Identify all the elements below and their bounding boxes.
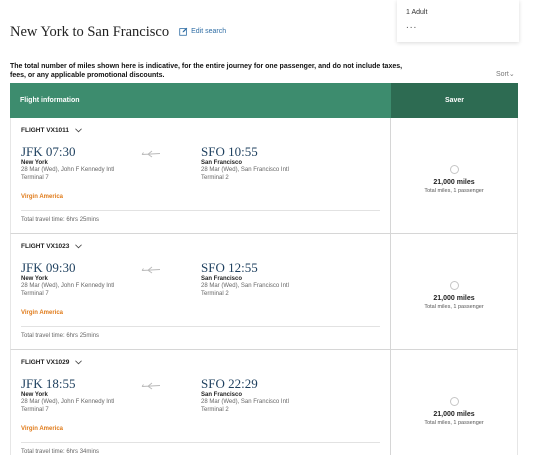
airplane-icon: [141, 266, 161, 274]
chevron-down-icon: ⌄: [508, 71, 515, 78]
miles-note: Total miles, 1 passenger: [424, 304, 484, 310]
divider: [21, 326, 380, 327]
flight-table: Flight information Saver FLIGHT VX1011 J…: [10, 83, 518, 455]
airline-name: Virgin America: [21, 426, 64, 432]
flight-info-cell: FLIGHT VX1029 JFK 18:55 New York 28 Mar …: [11, 350, 391, 455]
arrival-time: SFO 12:55: [201, 260, 258, 275]
flight-number-toggle[interactable]: FLIGHT VX1029: [21, 359, 83, 366]
flight-number: FLIGHT VX1023: [21, 243, 70, 250]
arrival-terminal: Terminal 2: [201, 291, 229, 297]
flight-row: FLIGHT VX1029 JFK 18:55 New York 28 Mar …: [10, 350, 518, 455]
arrival-date: 28 Mar (Wed), San Francisco Intl: [201, 283, 289, 289]
departure-terminal: Terminal 7: [21, 291, 49, 297]
travel-time: Total travel time: 6hrs 25mins: [21, 217, 100, 223]
flight-row: FLIGHT VX1023 JFK 09:30 New York 28 Mar …: [10, 234, 518, 350]
flight-number-toggle[interactable]: FLIGHT VX1011: [21, 127, 82, 134]
divider: [21, 210, 380, 211]
airline-name: Virgin America: [21, 310, 64, 316]
flight-search-results: 1 Adult ... New York to San Francisco Ed…: [0, 0, 554, 455]
search-header: New York to San Francisco Edit search: [10, 24, 226, 41]
column-header-flight-info: Flight information: [10, 83, 391, 118]
flight-info-cell: FLIGHT VX1023 JFK 09:30 New York 28 Mar …: [11, 234, 391, 349]
chevron-down-icon: [75, 128, 82, 133]
saver-fare-cell[interactable]: 21,000 miles Total miles, 1 passenger: [391, 118, 517, 233]
arrival-terminal: Terminal 2: [201, 175, 229, 181]
miles-amount: 21,000 miles: [433, 295, 475, 302]
departure-date: 28 Mar (Wed), John F Kennedy Intl: [21, 399, 115, 405]
departure-terminal: Terminal 7: [21, 407, 49, 413]
saver-fare-cell[interactable]: 21,000 miles Total miles, 1 passenger: [391, 350, 517, 455]
flight-number: FLIGHT VX1011: [21, 127, 70, 134]
sort-dropdown[interactable]: Sort⌄: [496, 70, 515, 78]
arrival-block: SFO 22:29 San Francisco 28 Mar (Wed), Sa…: [201, 377, 289, 414]
departure-block: JFK 09:30 New York 28 Mar (Wed), John F …: [21, 261, 114, 298]
arrival-block: SFO 10:55 San Francisco 28 Mar (Wed), Sa…: [201, 145, 289, 182]
edit-search-link[interactable]: Edit search: [179, 27, 226, 36]
arrival-date: 28 Mar (Wed), San Francisco Intl: [201, 167, 289, 173]
fare-radio-button[interactable]: [449, 397, 459, 406]
arrival-block: SFO 12:55 San Francisco 28 Mar (Wed), Sa…: [201, 261, 289, 298]
passenger-count: 1 Adult: [406, 9, 428, 16]
chevron-down-icon: [75, 244, 83, 249]
travel-time: Total travel time: 6hrs 34mins: [21, 449, 100, 455]
flight-row: FLIGHT VX1011 JFK 07:30 New York 28 Mar …: [10, 118, 518, 234]
departure-time: JFK 18:55: [21, 376, 76, 391]
departure-time: JFK 07:30: [21, 144, 76, 159]
travel-time: Total travel time: 6hrs 25mins: [21, 333, 100, 339]
departure-terminal: Terminal 7: [21, 175, 49, 181]
airplane-icon: [141, 382, 161, 390]
passenger-selector[interactable]: 1 Adult ...: [397, 0, 519, 42]
miles-note: Total miles, 1 passenger: [424, 188, 484, 194]
arrival-terminal: Terminal 2: [201, 407, 229, 413]
airplane-icon: [141, 150, 161, 158]
chevron-down-icon: [75, 360, 83, 365]
departure-block: JFK 07:30 New York 28 Mar (Wed), John F …: [21, 145, 114, 182]
miles-note: Total miles, 1 passenger: [424, 420, 484, 426]
arrival-time: SFO 22:29: [201, 376, 258, 391]
edit-icon: [179, 27, 188, 36]
departure-date: 28 Mar (Wed), John F Kennedy Intl: [21, 283, 115, 289]
departure-date: 28 Mar (Wed), John F Kennedy Intl: [21, 167, 115, 173]
airline-name: Virgin America: [21, 194, 64, 200]
flight-info-cell: FLIGHT VX1011 JFK 07:30 New York 28 Mar …: [11, 118, 391, 233]
flight-number: FLIGHT VX1029: [21, 359, 70, 366]
fare-radio-button[interactable]: [449, 165, 459, 174]
more-options-icon[interactable]: ...: [406, 21, 519, 31]
divider: [21, 442, 380, 443]
saver-fare-cell[interactable]: 21,000 miles Total miles, 1 passenger: [391, 234, 517, 349]
fare-radio-button[interactable]: [449, 281, 459, 290]
departure-block: JFK 18:55 New York 28 Mar (Wed), John F …: [21, 377, 114, 414]
page-title: New York to San Francisco: [10, 24, 170, 40]
column-header-saver: Saver: [391, 83, 518, 118]
miles-amount: 21,000 miles: [433, 411, 475, 418]
arrival-time: SFO 10:55: [201, 144, 258, 159]
sort-label: Sort: [496, 71, 509, 78]
miles-amount: 21,000 miles: [433, 179, 475, 186]
arrival-date: 28 Mar (Wed), San Francisco Intl: [201, 399, 289, 405]
departure-time: JFK 09:30: [21, 260, 76, 275]
flight-number-toggle[interactable]: FLIGHT VX1023: [21, 243, 83, 250]
edit-search-label: Edit search: [191, 28, 227, 35]
table-header: Flight information Saver: [10, 83, 518, 118]
miles-disclaimer: The total number of miles shown here is …: [10, 63, 403, 79]
